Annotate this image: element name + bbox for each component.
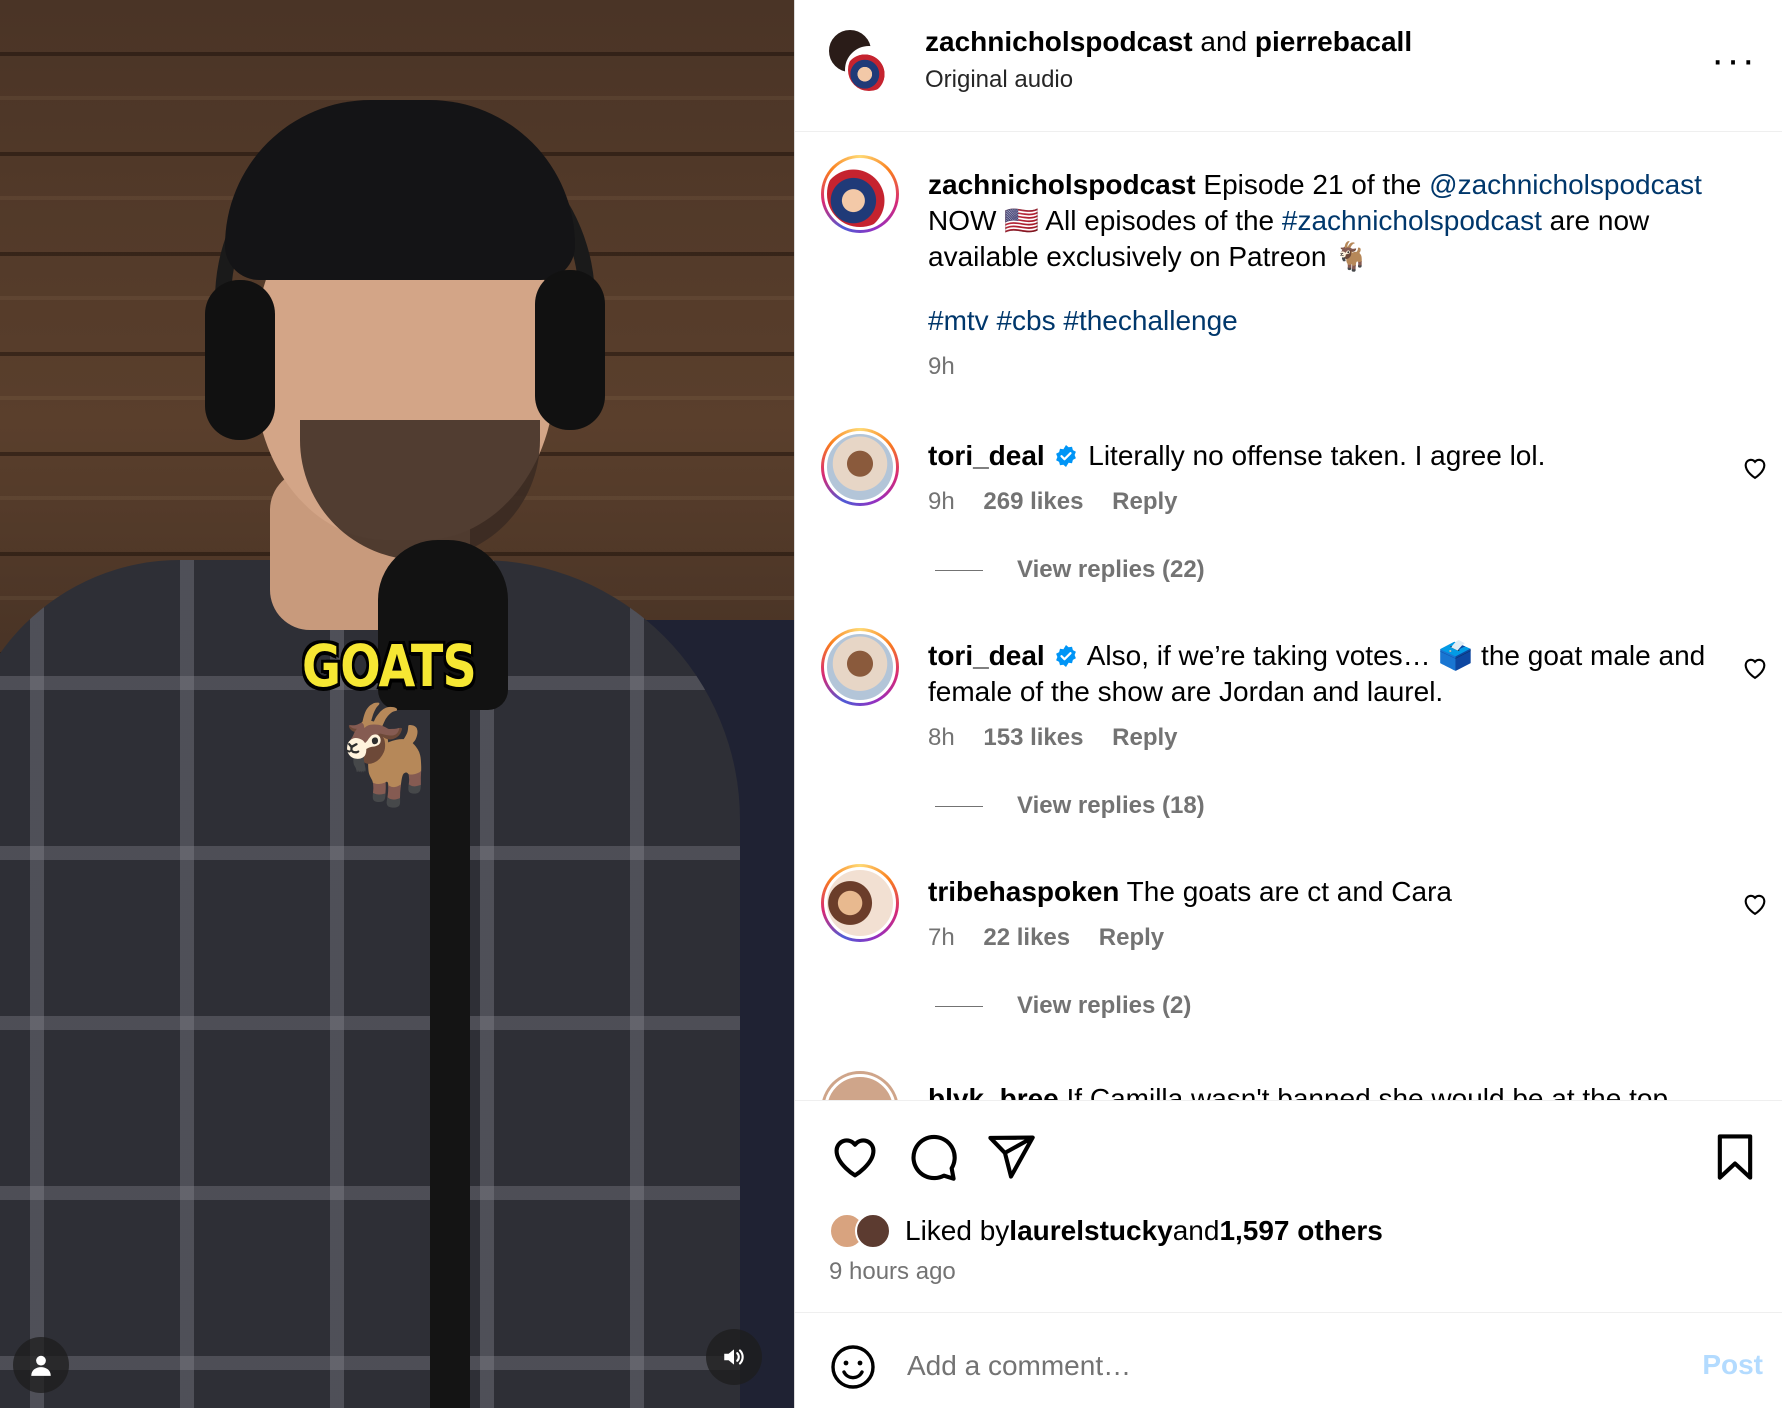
comment-meta: 9h 269 likes Reply bbox=[928, 488, 1200, 516]
backwards-cap bbox=[225, 100, 575, 280]
comment-composer: Post bbox=[795, 1312, 1782, 1408]
comment-body: Also, if we’re taking votes… 🗳️ the goat… bbox=[928, 640, 1706, 707]
reply-button[interactable]: Reply bbox=[1112, 724, 1177, 751]
comment-username[interactable]: tori_deal bbox=[928, 640, 1045, 671]
caption-mention[interactable]: @zachnicholspodcast bbox=[1429, 169, 1702, 200]
likes-count[interactable]: 1,597 others bbox=[1219, 1215, 1382, 1247]
comment-body: If Camilla wasn't banned she would be at… bbox=[1066, 1083, 1669, 1101]
mute-toggle-button[interactable] bbox=[706, 1329, 762, 1385]
comment-item: tribehaspoken The goats are ct and Cara … bbox=[795, 864, 1782, 1044]
caption-text-part: NOW 🇺🇸 All episodes of the bbox=[928, 205, 1282, 236]
reply-button[interactable]: Reply bbox=[1099, 924, 1164, 951]
video-caption-overlay: GOATS bbox=[302, 632, 477, 700]
more-options-button[interactable]: ··· bbox=[1711, 40, 1757, 80]
comment-username[interactable]: blyk_bree bbox=[928, 1083, 1059, 1101]
view-replies-label: View replies (18) bbox=[1017, 792, 1205, 819]
comment-avatar[interactable] bbox=[821, 428, 899, 506]
post-header: zachnicholspodcast and pierrebacall Orig… bbox=[795, 0, 1782, 132]
collab-avatars[interactable] bbox=[827, 28, 893, 94]
caption-text: zachnicholspodcast Episode 21 of the @za… bbox=[928, 167, 1723, 275]
tagged-users-button[interactable] bbox=[13, 1337, 69, 1393]
person-icon bbox=[31, 1355, 51, 1376]
view-replies-button[interactable]: View replies (18) bbox=[935, 792, 1205, 820]
comment-item: blyk_bree If Camilla wasn't banned she w… bbox=[795, 1071, 1782, 1101]
replies-dash bbox=[935, 1005, 983, 1007]
liked-by: Liked by laurelstucky and 1,597 others bbox=[829, 1211, 1383, 1251]
comment-text: tori_deal Literally no offense taken. I … bbox=[928, 438, 1723, 474]
comment-text: tribehaspoken The goats are ct and Cara bbox=[928, 874, 1723, 910]
comment-likes[interactable]: 153 likes bbox=[983, 724, 1083, 751]
comment-body: Literally no offense taken. I agree lol. bbox=[1088, 440, 1546, 471]
author-link-pierrebacall[interactable]: pierrebacall bbox=[1255, 26, 1412, 57]
audio-link[interactable]: Original audio bbox=[925, 66, 1073, 94]
comment-avatar[interactable] bbox=[821, 1071, 899, 1101]
avatar-zachnicholspodcast[interactable] bbox=[845, 46, 893, 94]
liker-username[interactable]: laurelstucky bbox=[1009, 1215, 1172, 1247]
verified-badge-icon bbox=[1056, 645, 1077, 667]
comment-icon[interactable] bbox=[907, 1131, 959, 1183]
view-replies-label: View replies (22) bbox=[1017, 556, 1205, 583]
caption-avatar[interactable] bbox=[821, 155, 899, 233]
liked-by-joiner: and bbox=[1172, 1215, 1220, 1246]
post-comment-button[interactable]: Post bbox=[1702, 1349, 1763, 1381]
caption-text-part: Episode 21 of the bbox=[1195, 169, 1430, 200]
comment-text: blyk_bree If Camilla wasn't banned she w… bbox=[928, 1081, 1723, 1101]
comment-avatar[interactable] bbox=[821, 628, 899, 706]
comment-meta: 7h 22 likes Reply bbox=[928, 924, 1186, 952]
comment-time: 9h bbox=[928, 488, 955, 515]
caption-username[interactable]: zachnicholspodcast bbox=[928, 169, 1196, 200]
comment-time: 7h bbox=[928, 924, 955, 951]
comment-like-heart-icon[interactable] bbox=[1741, 654, 1769, 682]
post-timestamp[interactable]: 9 hours ago bbox=[829, 1258, 956, 1286]
liker-avatars[interactable] bbox=[829, 1211, 901, 1251]
comment-text: tori_deal Also, if we’re taking votes… 🗳… bbox=[928, 638, 1723, 710]
comment-likes[interactable]: 22 likes bbox=[983, 924, 1070, 951]
post-authors: zachnicholspodcast and pierrebacall bbox=[925, 26, 1412, 58]
comment-like-heart-icon[interactable] bbox=[1741, 890, 1769, 918]
post-side-panel: zachnicholspodcast and pierrebacall Orig… bbox=[794, 0, 1782, 1408]
bookmark-icon[interactable] bbox=[1709, 1131, 1761, 1183]
replies-dash bbox=[935, 805, 983, 807]
video-player[interactable]: GOATS 🐐 bbox=[0, 0, 794, 1408]
caption-hashtag[interactable]: #zachnicholspodcast bbox=[1282, 205, 1542, 236]
comment-like-heart-icon[interactable] bbox=[1741, 454, 1769, 482]
comment-username[interactable]: tribehaspoken bbox=[928, 876, 1119, 907]
comment-body: The goats are ct and Cara bbox=[1126, 876, 1452, 907]
view-replies-label: View replies (2) bbox=[1017, 992, 1192, 1019]
send-icon[interactable] bbox=[985, 1131, 1037, 1183]
liked-by-prefix: Liked by bbox=[905, 1215, 1010, 1246]
comment-time: 8h bbox=[928, 724, 955, 751]
reply-button[interactable]: Reply bbox=[1112, 488, 1177, 515]
verified-badge-icon bbox=[1056, 445, 1077, 467]
replies-dash bbox=[935, 569, 983, 571]
view-replies-button[interactable]: View replies (2) bbox=[935, 992, 1191, 1020]
comment-username[interactable]: tori_deal bbox=[928, 440, 1045, 471]
headphone-left bbox=[205, 280, 275, 440]
comment-avatar[interactable] bbox=[821, 864, 899, 942]
author-link-zachnicholspodcast[interactable]: zachnicholspodcast bbox=[925, 26, 1193, 57]
caption-hashtags[interactable]: #mtv #cbs #thechallenge bbox=[928, 303, 1723, 339]
post-caption: zachnicholspodcast Episode 21 of the @za… bbox=[795, 155, 1782, 380]
post-actions: Liked by laurelstucky and 1,597 others 9… bbox=[795, 1100, 1782, 1308]
speaker-icon bbox=[724, 1349, 744, 1365]
comment-item: tori_deal Also, if we’re taking votes… 🗳… bbox=[795, 628, 1782, 848]
comment-input[interactable] bbox=[907, 1341, 1667, 1391]
headphone-right bbox=[535, 270, 605, 430]
comments-scroll-area[interactable]: zachnicholspodcast Episode 21 of the @za… bbox=[795, 133, 1782, 1101]
comment-likes[interactable]: 269 likes bbox=[983, 488, 1083, 515]
heart-icon[interactable] bbox=[829, 1131, 881, 1183]
comment-meta: 8h 153 likes Reply bbox=[928, 724, 1200, 752]
comment-item: tori_deal Literally no offense taken. I … bbox=[795, 428, 1782, 608]
author-joiner: and bbox=[1192, 26, 1255, 57]
caption-timestamp: 9h bbox=[928, 353, 955, 380]
emoji-picker-icon[interactable] bbox=[829, 1343, 877, 1391]
goat-emoji-overlay: 🐐 bbox=[326, 702, 446, 809]
view-replies-button[interactable]: View replies (22) bbox=[935, 556, 1205, 584]
